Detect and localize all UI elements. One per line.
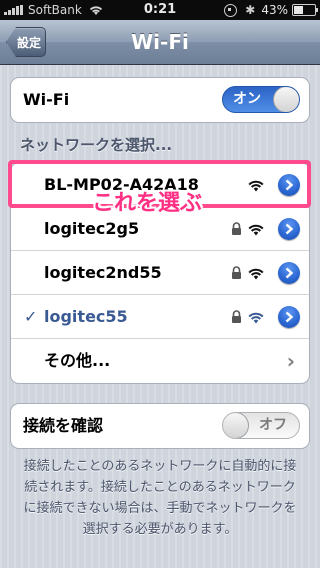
status-bar: SoftBank 0:21 ✱ 43% (0, 0, 320, 20)
battery-percent: 43% (261, 3, 288, 17)
battery-fill (294, 6, 303, 14)
wifi-toggle-row: Wi-Fi オン (11, 78, 309, 122)
lock-icon (232, 266, 241, 279)
network-row-selected[interactable]: ✓ logitec55 (11, 295, 309, 339)
wifi-icon (248, 312, 264, 324)
network-name: logitec55 (44, 307, 128, 326)
switch-knob (273, 87, 299, 112)
footer-description: 接続したことのあるネットワークに自動的に接続されます。接続したことのあるネットワ… (23, 459, 297, 537)
network-name: logitec2nd55 (44, 263, 162, 282)
ask-to-join-group: 接続を確認 オフ (10, 403, 310, 449)
bluetooth-icon: ✱ (245, 3, 256, 17)
ask-to-join-switch-label: オフ (259, 417, 287, 433)
checkmark-icon: ✓ (24, 307, 38, 326)
wifi-icon (248, 268, 264, 280)
navigation-bar: 設定 Wi-Fi (0, 20, 320, 65)
lock-icon (232, 310, 241, 323)
chevron-right-icon: › (286, 349, 295, 373)
detail-disclosure-icon[interactable] (278, 218, 300, 240)
status-right: ✱ 43% (224, 0, 318, 20)
ask-to-join-label: 接続を確認 (23, 416, 104, 435)
detail-disclosure-icon[interactable] (278, 262, 300, 284)
network-row[interactable]: logitec2nd55 (11, 251, 309, 295)
orientation-lock-icon (224, 3, 238, 17)
wifi-toggle-group: Wi-Fi オン (10, 77, 310, 123)
battery-icon (292, 4, 318, 16)
wifi-switch[interactable]: オン (222, 86, 300, 113)
lock-icon (232, 222, 241, 235)
section-header-networks: ネットワークを選択... (20, 136, 173, 154)
ask-to-join-switch[interactable]: オフ (222, 412, 300, 439)
page-title: Wi-Fi (131, 30, 189, 54)
annotation-label: これを選ぶ (92, 191, 203, 216)
detail-disclosure-icon[interactable] (278, 306, 300, 328)
other-network-label: その他... (44, 351, 111, 370)
ask-to-join-row: 接続を確認 オフ (11, 404, 309, 448)
wifi-switch-label: オン (233, 91, 261, 107)
wifi-toggle-label: Wi-Fi (23, 90, 70, 109)
wifi-icon (248, 224, 264, 236)
switch-knob (223, 413, 249, 438)
other-network-row[interactable]: その他... › (11, 339, 309, 383)
